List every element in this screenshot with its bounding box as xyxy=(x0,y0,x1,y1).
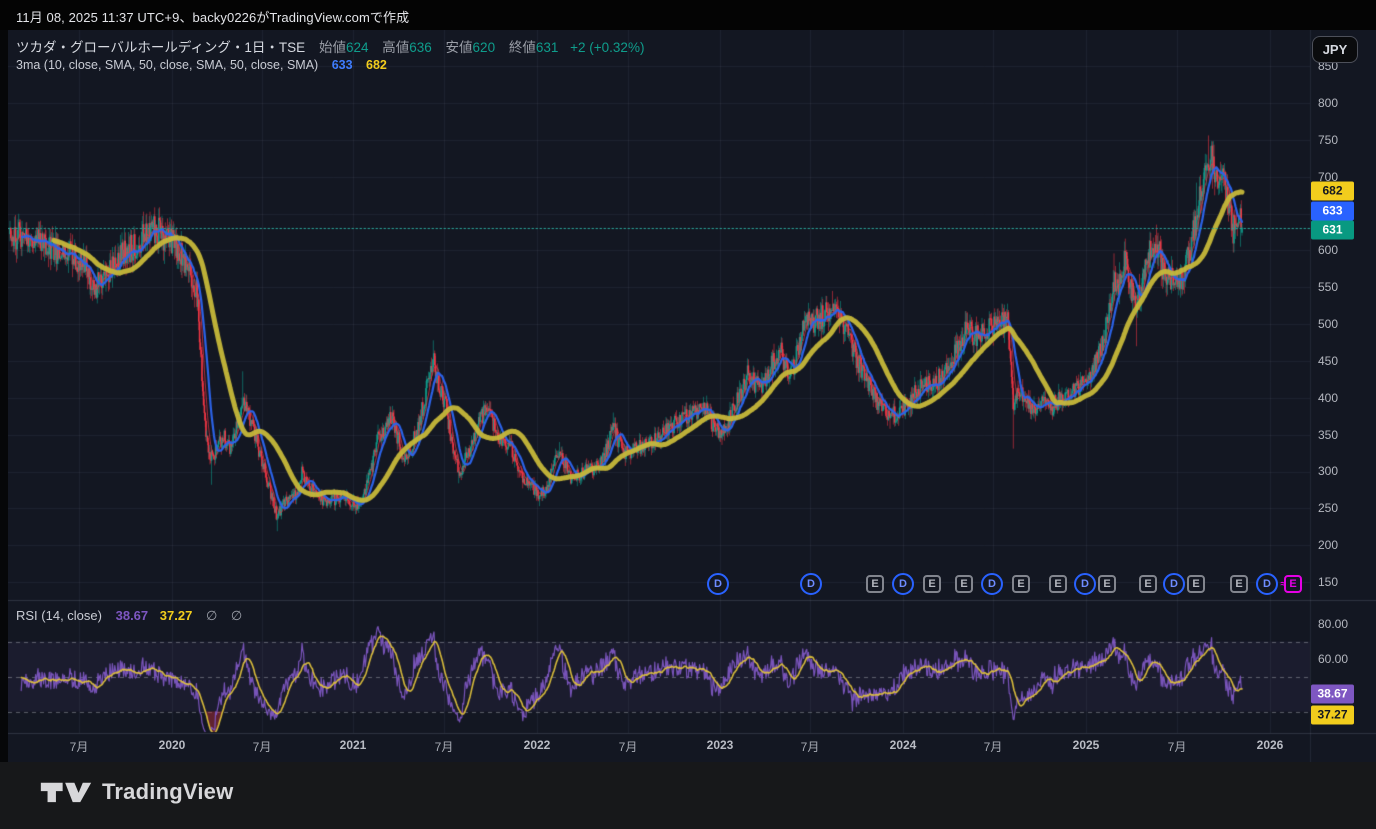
close-value: 631 xyxy=(536,40,559,55)
time-tick-7月[interactable]: 7月 xyxy=(1168,738,1187,755)
price-tick-250: 250 xyxy=(1318,501,1338,515)
rsi-empty-value-1: ∅ xyxy=(206,608,217,623)
earnings-badge[interactable]: E xyxy=(1139,575,1157,593)
price-tick-450: 450 xyxy=(1318,354,1338,368)
symbol-legend: ツカダ・グローバルホールディング・1日・TSE 始値624 高値636 安値62… xyxy=(16,36,644,72)
rsi-value-line: 38.67 xyxy=(116,608,149,623)
price-tick-200: 200 xyxy=(1318,538,1338,552)
earnings-badge[interactable]: E xyxy=(1098,575,1116,593)
rsi-legend: RSI (14, close) 38.67 37.27 ∅ ∅ xyxy=(16,608,242,624)
high-label: 高値 xyxy=(382,40,409,55)
dividend-badge[interactable]: D xyxy=(707,573,729,595)
dividend-badge[interactable]: D xyxy=(1256,573,1278,595)
open-label: 始値 xyxy=(319,40,346,55)
price-tick-800: 800 xyxy=(1318,96,1338,110)
attribution-text: 11月 08, 2025 11:37 UTC+9、backy0226がTradi… xyxy=(16,7,409,26)
earnings-badge[interactable]: E xyxy=(1230,575,1248,593)
time-tick-2022[interactable]: 2022 xyxy=(524,738,551,752)
tradingview-window: 11月 08, 2025 11:37 UTC+9、backy0226がTradi… xyxy=(0,0,1376,829)
time-tick-2026[interactable]: 2026 xyxy=(1257,738,1284,752)
price-tick-550: 550 xyxy=(1318,280,1338,294)
price-tick-300: 300 xyxy=(1318,464,1338,478)
open-value: 624 xyxy=(346,40,369,55)
price-tick-750: 750 xyxy=(1318,133,1338,147)
earnings-badge[interactable]: E xyxy=(955,575,973,593)
currency-button[interactable]: JPY xyxy=(1312,36,1358,63)
time-tick-2021[interactable]: 2021 xyxy=(340,738,367,752)
price-badge-633: 633 xyxy=(1311,202,1354,221)
left-edge-strip xyxy=(0,30,8,762)
earnings-badge[interactable]: E xyxy=(1049,575,1067,593)
time-tick-2020[interactable]: 2020 xyxy=(159,738,186,752)
dividend-badge[interactable]: D xyxy=(892,573,914,595)
close-label: 終値 xyxy=(509,40,536,55)
time-tick-7月[interactable]: 7月 xyxy=(70,738,89,755)
legend-row-main: ツカダ・グローバルホールディング・1日・TSE 始値624 高値636 安値62… xyxy=(16,36,644,56)
rsi-value-ma: 37.27 xyxy=(160,608,193,623)
rsi-badge-38.67: 38.67 xyxy=(1311,685,1354,704)
attribution-bar: 11月 08, 2025 11:37 UTC+9、backy0226がTradi… xyxy=(0,0,1376,30)
rsi-badge-37.27: 37.27 xyxy=(1311,706,1354,725)
price-tick-400: 400 xyxy=(1318,391,1338,405)
ma-indicator-label[interactable]: 3ma (10, close, SMA, 50, close, SMA, 50,… xyxy=(16,58,318,72)
footer-bar: TradingView xyxy=(0,762,1376,829)
tradingview-logo-icon xyxy=(40,780,92,804)
price-badge-682: 682 xyxy=(1311,182,1354,201)
price-tick-150: 150 xyxy=(1318,575,1338,589)
symbol-title[interactable]: ツカダ・グローバルホールディング・1日・TSE xyxy=(16,40,305,55)
time-tick-2025[interactable]: 2025 xyxy=(1073,738,1100,752)
dividend-badge[interactable]: D xyxy=(800,573,822,595)
time-tick-7月[interactable]: 7月 xyxy=(253,738,272,755)
time-tick-7月[interactable]: 7月 xyxy=(801,738,820,755)
rsi-tick-60.00: 60.00 xyxy=(1318,652,1348,666)
earnings-badge[interactable]: E xyxy=(923,575,941,593)
price-tick-600: 600 xyxy=(1318,243,1338,257)
low-label: 安値 xyxy=(446,40,473,55)
high-value: 636 xyxy=(409,40,432,55)
price-tick-350: 350 xyxy=(1318,428,1338,442)
time-tick-7月[interactable]: 7月 xyxy=(435,738,454,755)
ma-value-blue: 633 xyxy=(332,58,353,72)
low-value: 620 xyxy=(473,40,496,55)
price-tick-500: 500 xyxy=(1318,317,1338,331)
time-tick-2023[interactable]: 2023 xyxy=(707,738,734,752)
chart-canvas[interactable] xyxy=(0,30,1376,762)
dividend-badge[interactable]: D xyxy=(981,573,1003,595)
approx-symbol: ≈ xyxy=(1281,579,1287,590)
legend-row-indicator: 3ma (10, close, SMA, 50, close, SMA, 50,… xyxy=(16,58,644,72)
earnings-badge[interactable]: E xyxy=(1187,575,1205,593)
dividend-badge[interactable]: D xyxy=(1074,573,1096,595)
upcoming-earnings-badge[interactable]: E≈ xyxy=(1284,575,1302,593)
time-tick-7月[interactable]: 7月 xyxy=(984,738,1003,755)
dividend-badge[interactable]: D xyxy=(1163,573,1185,595)
rsi-empty-value-2: ∅ xyxy=(231,608,242,623)
change-value: +2 (+0.32%) xyxy=(570,40,644,55)
ma-value-yellow: 682 xyxy=(366,58,387,72)
tradingview-logo-text: TradingView xyxy=(102,779,233,805)
rsi-indicator-label[interactable]: RSI (14, close) xyxy=(16,608,102,623)
earnings-badge[interactable]: E xyxy=(1012,575,1030,593)
chart-area[interactable]: ツカダ・グローバルホールディング・1日・TSE 始値624 高値636 安値62… xyxy=(0,30,1376,762)
rsi-tick-80.00: 80.00 xyxy=(1318,617,1348,631)
tradingview-logo[interactable]: TradingView xyxy=(40,779,233,805)
time-tick-2024[interactable]: 2024 xyxy=(890,738,917,752)
time-tick-7月[interactable]: 7月 xyxy=(619,738,638,755)
earnings-badge[interactable]: E xyxy=(866,575,884,593)
price-badge-631: 631 xyxy=(1311,221,1354,240)
